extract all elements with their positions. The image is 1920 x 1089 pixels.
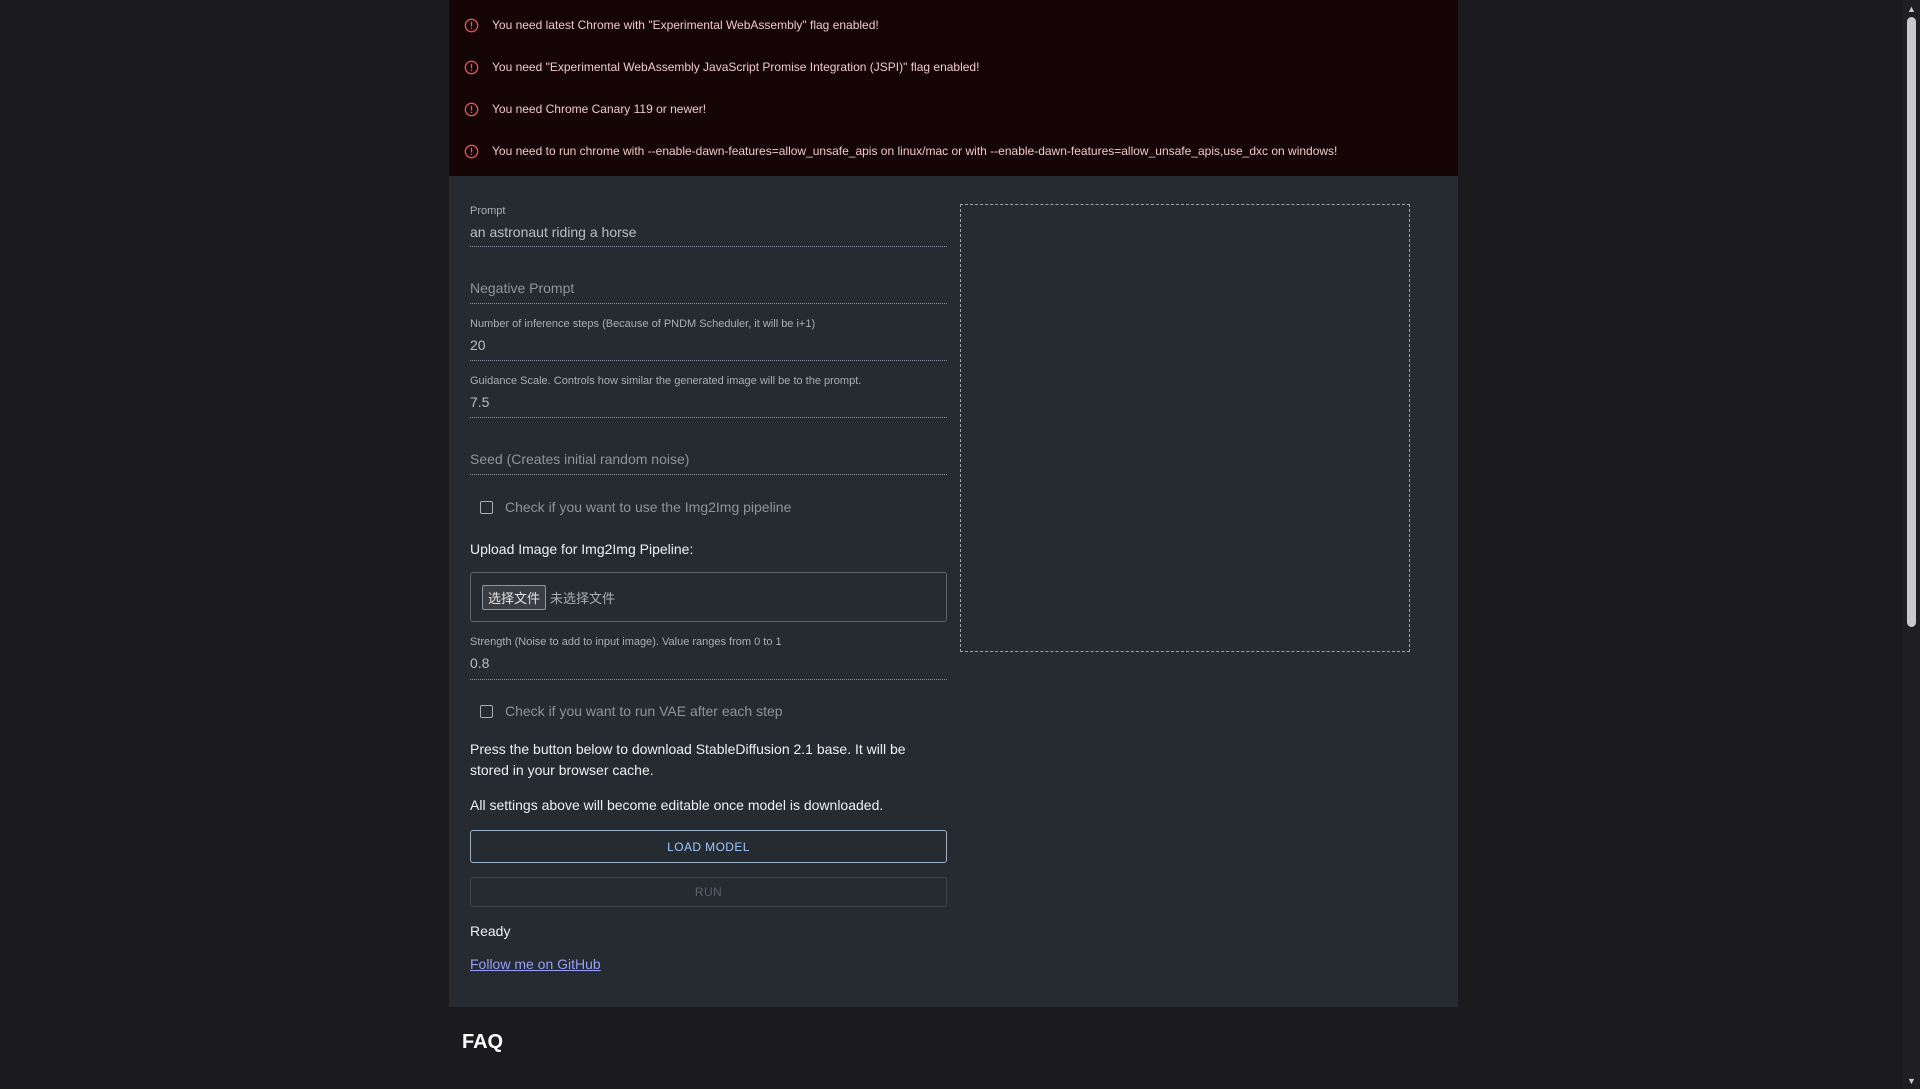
- vae-checkbox-row[interactable]: Check if you want to run VAE after each …: [480, 699, 947, 723]
- strength-label: Strength (Noise to add to input image). …: [470, 636, 782, 648]
- prompt-label: Prompt: [470, 205, 506, 217]
- upload-label: Upload Image for Img2Img Pipeline:: [470, 541, 694, 557]
- alert-item: You need Chrome Canary 119 or newer!: [449, 88, 1458, 130]
- alert-item: You need latest Chrome with "Experimenta…: [449, 4, 1458, 46]
- vae-checkbox-label: Check if you want to run VAE after each …: [505, 703, 783, 719]
- choose-file-button[interactable]: 选择文件: [482, 584, 547, 610]
- prompt-field[interactable]: Prompt an astronaut riding a horse: [470, 204, 947, 247]
- guidance-scale-input[interactable]: 7.5: [470, 393, 947, 411]
- inference-steps-field[interactable]: Number of inference steps (Because of PN…: [470, 304, 947, 361]
- guidance-scale-field[interactable]: Guidance Scale. Controls how similar the…: [470, 361, 947, 418]
- github-link[interactable]: Follow me on GitHub: [470, 956, 947, 972]
- guidance-scale-label: Guidance Scale. Controls how similar the…: [470, 375, 862, 387]
- alert-item: You need to run chrome with --enable-daw…: [449, 130, 1458, 172]
- negative-prompt-field[interactable]: Negative Prompt: [470, 247, 947, 304]
- file-upload-box: 选择文件 未选择文件: [470, 572, 947, 622]
- error-outline-icon: [463, 59, 480, 76]
- error-outline-icon: [463, 143, 480, 160]
- run-button[interactable]: RUN: [470, 877, 947, 907]
- settings-form: Prompt an astronaut riding a horse Negat…: [470, 204, 947, 972]
- seed-field[interactable]: Seed (Creates initial random noise): [470, 418, 947, 475]
- alert-item: You need "Experimental WebAssembly JavaS…: [449, 46, 1458, 88]
- alert-text: You need latest Chrome with "Experimenta…: [492, 18, 879, 32]
- page-scrollbar[interactable]: ▲ ▼: [1903, 0, 1920, 1089]
- vae-checkbox[interactable]: [480, 704, 493, 718]
- file-status: 未选择文件: [550, 591, 616, 607]
- download-info: Press the button below to download Stabl…: [470, 741, 906, 778]
- prompt-input[interactable]: an astronaut riding a horse: [470, 223, 947, 241]
- error-outline-icon: [463, 101, 480, 118]
- seed-input[interactable]: Seed (Creates initial random noise): [470, 450, 689, 474]
- main-container: You need latest Chrome with "Experimenta…: [449, 0, 1458, 1007]
- strength-field[interactable]: Strength (Noise to add to input image). …: [470, 622, 947, 680]
- settings-panel: Prompt an astronaut riding a horse Negat…: [449, 176, 1458, 1007]
- img2img-checkbox-label: Check if you want to use the Img2Img pip…: [505, 499, 792, 515]
- alert-text: You need "Experimental WebAssembly JavaS…: [492, 60, 980, 74]
- alert-text: You need Chrome Canary 119 or newer!: [492, 102, 707, 116]
- scroll-down-arrow-icon[interactable]: ▼: [1903, 1072, 1920, 1089]
- scroll-thumb[interactable]: [1907, 17, 1916, 627]
- status-text: Ready: [470, 923, 511, 939]
- inference-steps-input[interactable]: 20: [470, 336, 947, 354]
- image-preview-canvas: [960, 204, 1410, 652]
- negative-prompt-input[interactable]: Negative Prompt: [470, 279, 574, 303]
- alert-text: You need to run chrome with --enable-daw…: [492, 144, 1338, 158]
- faq-heading: FAQ: [462, 1031, 504, 1053]
- img2img-checkbox-row[interactable]: Check if you want to use the Img2Img pip…: [480, 495, 947, 519]
- error-outline-icon: [463, 17, 480, 34]
- inference-steps-label: Number of inference steps (Because of PN…: [470, 318, 816, 330]
- scroll-up-arrow-icon[interactable]: ▲: [1903, 0, 1920, 17]
- img2img-checkbox[interactable]: [480, 500, 493, 514]
- load-model-button[interactable]: LOAD MODEL: [470, 830, 947, 863]
- editable-info: All settings above will become editable …: [470, 797, 884, 813]
- alert-list: You need latest Chrome with "Experimenta…: [449, 0, 1458, 176]
- strength-input[interactable]: 0.8: [470, 654, 947, 672]
